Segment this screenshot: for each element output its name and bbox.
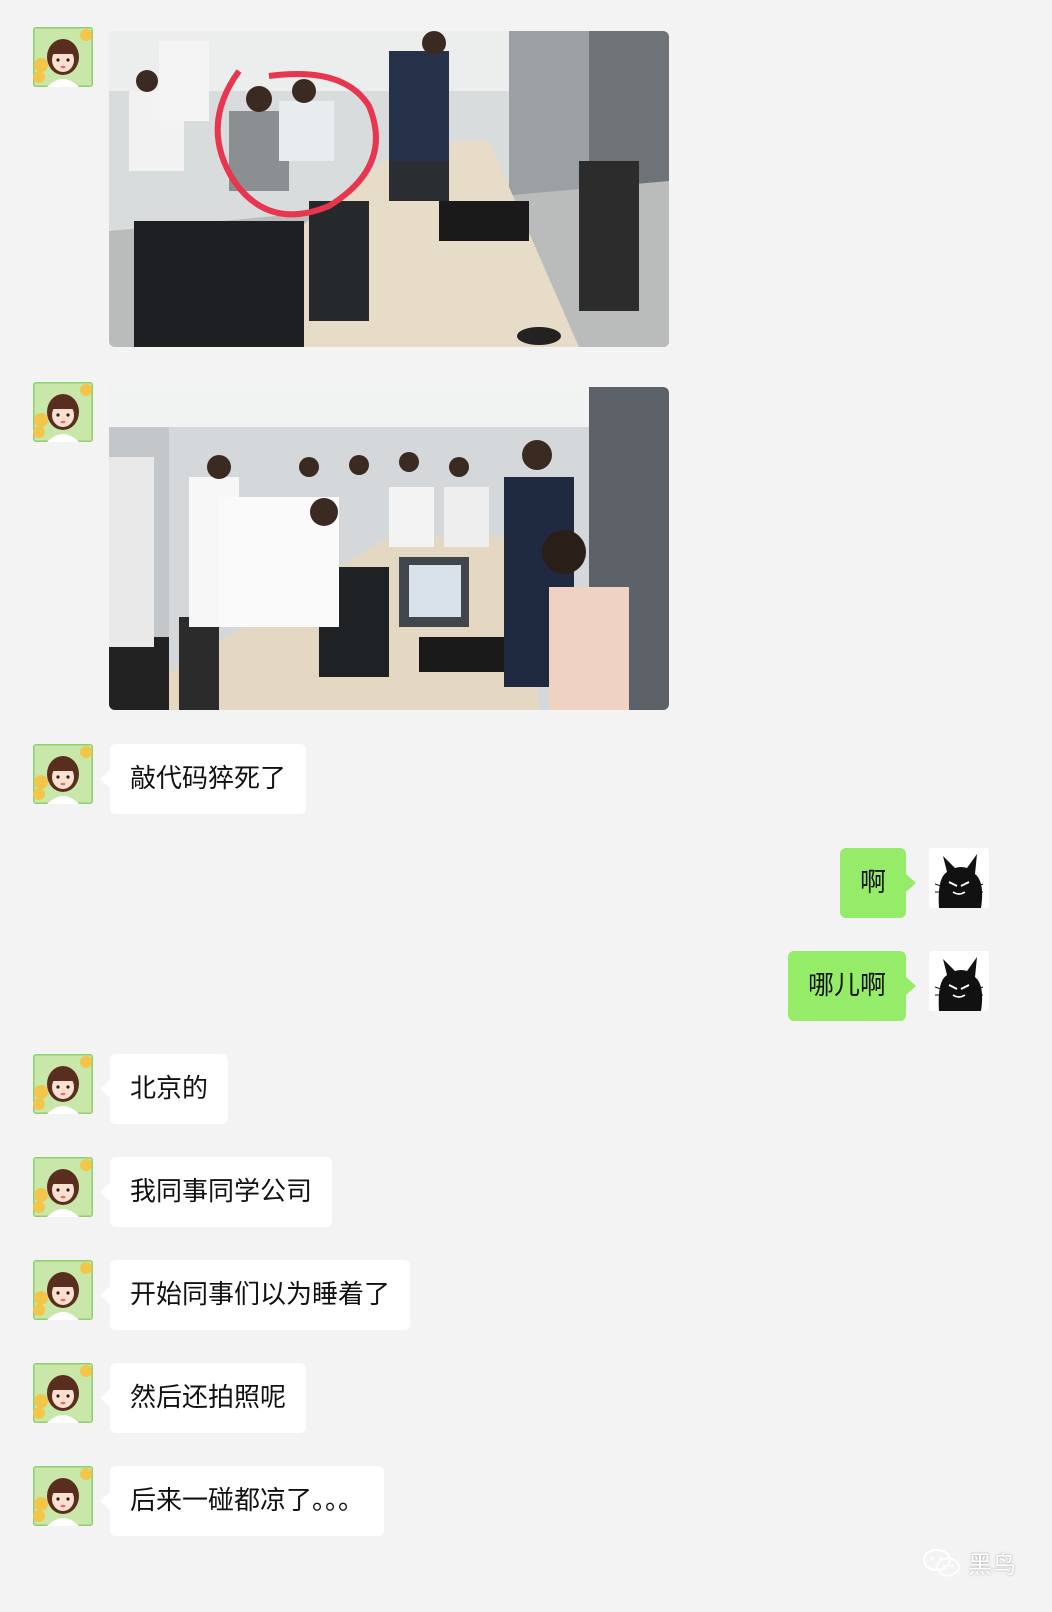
cartoon-girl-avatar-icon bbox=[33, 382, 93, 442]
cartoon-girl-avatar-icon bbox=[33, 1054, 93, 1114]
cartoon-girl-avatar-icon bbox=[33, 27, 93, 87]
sender-avatar[interactable] bbox=[33, 744, 93, 804]
sender-avatar[interactable] bbox=[33, 1054, 93, 1114]
wechat-icon bbox=[923, 1548, 960, 1576]
watermark: 黑鸟 bbox=[922, 1545, 1016, 1580]
sender-avatar[interactable] bbox=[33, 1157, 93, 1217]
black-cat-avatar-icon bbox=[929, 951, 989, 1011]
office-photo-2[interactable] bbox=[109, 387, 669, 710]
sender-avatar[interactable] bbox=[33, 1466, 93, 1526]
black-cat-avatar-icon bbox=[929, 848, 989, 908]
cartoon-girl-avatar-icon bbox=[33, 1363, 93, 1423]
incoming-message-bubble[interactable]: 北京的 bbox=[99, 1054, 229, 1124]
self-avatar[interactable] bbox=[929, 848, 989, 908]
incoming-message-bubble[interactable]: 我同事同学公司 bbox=[99, 1157, 333, 1227]
cartoon-girl-avatar-icon bbox=[33, 744, 93, 804]
incoming-message-bubble[interactable]: 后来一碰都凉了。。。 bbox=[99, 1466, 385, 1536]
watermark-text: 黑鸟 bbox=[968, 1551, 1016, 1579]
cartoon-girl-avatar-icon bbox=[33, 1157, 93, 1217]
outgoing-message-bubble[interactable]: 哪儿啊 bbox=[787, 951, 917, 1021]
incoming-message-bubble[interactable]: 开始同事们以为睡着了 bbox=[99, 1260, 411, 1330]
incoming-message-bubble[interactable]: 然后还拍照呢 bbox=[99, 1363, 307, 1433]
sender-avatar[interactable] bbox=[33, 27, 93, 87]
sender-avatar[interactable] bbox=[33, 382, 93, 442]
self-avatar[interactable] bbox=[929, 951, 989, 1011]
office-photo-1[interactable] bbox=[109, 31, 669, 347]
cartoon-girl-avatar-icon bbox=[33, 1466, 93, 1526]
incoming-message-bubble[interactable]: 敲代码猝死了 bbox=[99, 744, 307, 814]
sender-avatar[interactable] bbox=[33, 1363, 93, 1423]
outgoing-message-bubble[interactable]: 啊 bbox=[839, 848, 917, 918]
cartoon-girl-avatar-icon bbox=[33, 1260, 93, 1320]
sender-avatar[interactable] bbox=[33, 1260, 93, 1320]
